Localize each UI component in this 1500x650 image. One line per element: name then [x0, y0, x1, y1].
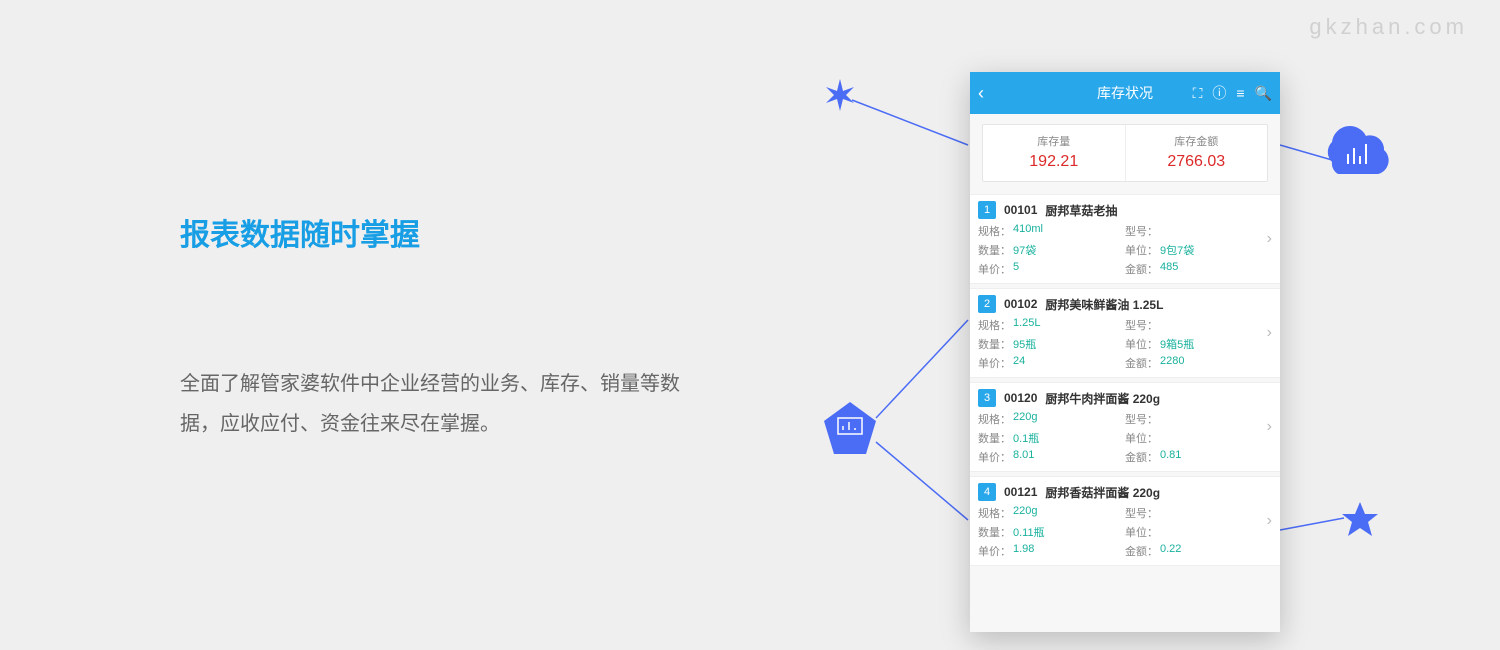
spec: 规格：410ml — [978, 223, 1125, 239]
model: 型号： — [1125, 223, 1272, 239]
inventory-list[interactable]: 100101厨邦草菇老抽规格：410ml型号：数量：97袋单位：9包7袋单价：5… — [970, 194, 1280, 632]
amt: 金额：0.22 — [1125, 543, 1272, 559]
amt: 金额：485 — [1125, 261, 1272, 277]
unit: 单位：9箱5瓶 — [1125, 336, 1272, 352]
model: 型号： — [1125, 317, 1272, 333]
qty: 数量：0.11瓶 — [978, 524, 1125, 540]
spec: 规格：1.25L — [978, 317, 1125, 333]
summary-qty-label: 库存量 — [983, 133, 1125, 149]
product-name: 厨邦美味鲜酱油 1.25L — [1045, 296, 1163, 313]
product-code: 00101 — [1004, 203, 1037, 217]
marketing-title: 报表数据随时掌握 — [180, 210, 710, 254]
qty: 数量：95瓶 — [978, 336, 1125, 352]
app-header: ‹ 库存状况 ⛶ ⓘ ≡ 🔍 — [970, 72, 1280, 114]
unit: 单位： — [1125, 430, 1272, 446]
summary-amt: 库存金额 2766.03 — [1125, 125, 1268, 181]
summary-card: 库存量 192.21 库存金额 2766.03 — [982, 124, 1268, 182]
chevron-right-icon: › — [1267, 512, 1272, 530]
price: 单价：5 — [978, 261, 1125, 277]
watermark-text: gkzhan.com — [1309, 14, 1468, 40]
summary-qty: 库存量 192.21 — [983, 125, 1125, 181]
product-name: 厨邦牛肉拌面酱 220g — [1045, 390, 1160, 407]
row-index-badge: 1 — [978, 201, 996, 219]
scan-icon[interactable]: ⛶ — [1193, 85, 1203, 102]
summary-qty-value: 192.21 — [983, 153, 1125, 171]
amt: 金额：0.81 — [1125, 449, 1272, 465]
marketing-copy: 报表数据随时掌握 全面了解管家婆软件中企业经营的业务、库存、销量等数据，应收应付… — [180, 210, 710, 444]
summary-amt-value: 2766.03 — [1126, 153, 1268, 171]
list-item[interactable]: 2 00102 厨邦美味鲜酱油 1.25L 规格：1.25L型号：数量：95瓶单位：9… — [970, 288, 1280, 378]
summary-section: 库存量 192.21 库存金额 2766.03 — [970, 114, 1280, 194]
list-item[interactable]: 1 00101 厨邦草菇老抽规格：410ml型号：数量：97袋单位：9包7袋单价：5… — [970, 194, 1280, 284]
search-icon[interactable]: 🔍 — [1255, 85, 1272, 102]
row-index-badge: 3 — [978, 389, 996, 407]
row-index-badge: 4 — [978, 483, 996, 501]
product-code: 00121 — [1004, 485, 1037, 499]
chevron-right-icon: › — [1267, 418, 1272, 436]
marketing-body: 全面了解管家婆软件中企业经营的业务、库存、销量等数据，应收应付、资金往来尽在掌握… — [180, 364, 710, 444]
amt: 金额：2280 — [1125, 355, 1272, 371]
chevron-right-icon: › — [1267, 324, 1272, 342]
back-icon[interactable]: ‹ — [978, 83, 984, 104]
price: 单价：1.98 — [978, 543, 1125, 559]
product-code: 00120 — [1004, 391, 1037, 405]
summary-amt-label: 库存金额 — [1126, 133, 1268, 149]
model: 型号： — [1125, 505, 1272, 521]
unit: 单位：9包7袋 — [1125, 242, 1272, 258]
model: 型号： — [1125, 411, 1272, 427]
list-item[interactable]: 3 00120 厨邦牛肉拌面酱 220g 规格：220g型号：数量：0.1瓶单位：单价… — [970, 382, 1280, 472]
list-icon[interactable]: ≡ — [1236, 85, 1244, 101]
price: 单价：8.01 — [978, 449, 1125, 465]
unit: 单位： — [1125, 524, 1272, 540]
chevron-right-icon: › — [1267, 230, 1272, 248]
price: 单价：24 — [978, 355, 1125, 371]
qty: 数量：97袋 — [978, 242, 1125, 258]
spec: 规格：220g — [978, 411, 1125, 427]
info-icon[interactable]: ⓘ — [1212, 83, 1226, 103]
product-code: 00102 — [1004, 297, 1037, 311]
product-name: 厨邦香菇拌面酱 220g — [1045, 484, 1160, 501]
qty: 数量：0.1瓶 — [978, 430, 1125, 446]
list-item[interactable]: 4 00121 厨邦香菇拌面酱 220g 规格：220g型号：数量：0.11瓶单位：单… — [970, 476, 1280, 566]
product-name: 厨邦草菇老抽 — [1045, 202, 1117, 219]
row-index-badge: 2 — [978, 295, 996, 313]
phone-mock: ‹ 库存状况 ⛶ ⓘ ≡ 🔍 库存量 192.21 库存金额 2766.03 1… — [970, 72, 1280, 632]
spec: 规格：220g — [978, 505, 1125, 521]
